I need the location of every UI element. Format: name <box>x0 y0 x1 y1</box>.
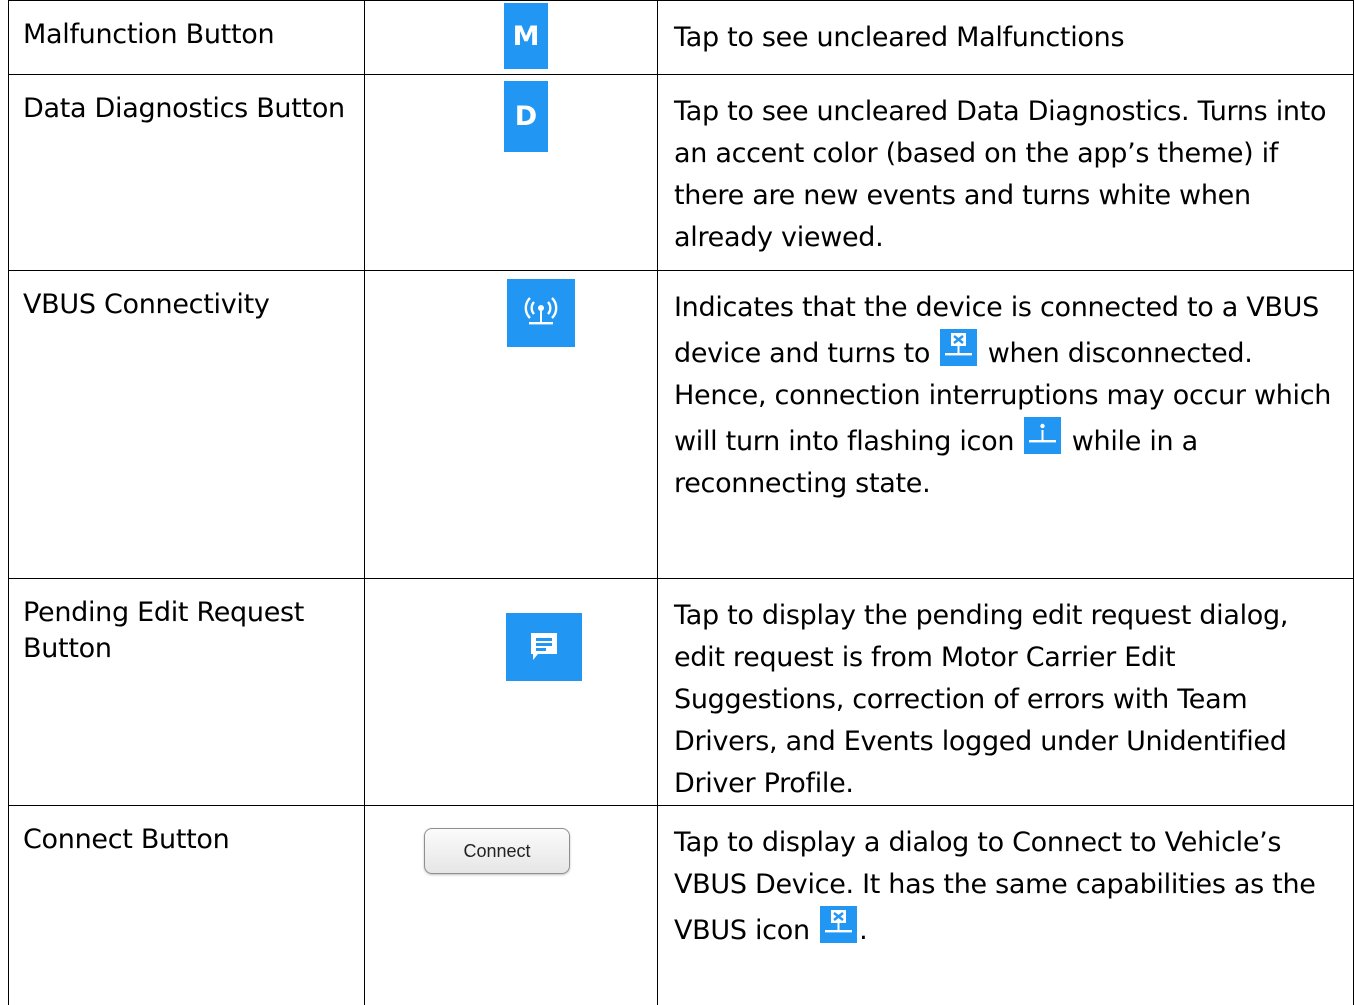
description-text: . <box>859 915 868 946</box>
antenna-icon <box>524 297 558 325</box>
connect-button[interactable]: Connect <box>424 828 570 874</box>
row-name: Data Diagnostics Button <box>23 93 345 124</box>
malfunction-icon[interactable]: M <box>504 3 548 69</box>
row-description: Tap to see uncleared Data Diagnostics. T… <box>674 96 1327 253</box>
row-name: Connect Button <box>23 824 230 855</box>
vbus-disconnected-icon <box>820 906 858 943</box>
row-name: Pending Edit Request Button <box>23 597 305 664</box>
description-text: Tap to display a dialog to Connect to Ve… <box>674 827 1316 946</box>
row-description: Indicates that the device is connected t… <box>658 271 1353 505</box>
message-icon[interactable] <box>506 613 582 681</box>
table-row: VBUS Connectivity Indicates that the dev… <box>8 270 1354 579</box>
row-description: Tap to display the pending edit request … <box>674 600 1289 799</box>
row-description: Tap to display a dialog to Connect to Ve… <box>658 806 1353 952</box>
vbus-reconnecting-icon <box>1024 417 1062 454</box>
vbus-connected-icon[interactable] <box>507 279 575 347</box>
edit-request-icon <box>531 633 557 660</box>
row-name: Malfunction Button <box>23 19 275 50</box>
table-row: Data Diagnostics Button D Tap to see unc… <box>8 74 1354 271</box>
table-row: Connect Button Connect Tap to display a … <box>8 805 1354 1005</box>
vbus-disconnected-icon <box>940 329 978 366</box>
row-name: VBUS Connectivity <box>23 289 270 320</box>
table-row: Pending Edit Request Button Tap to displ… <box>8 578 1354 806</box>
table-row: Malfunction Button M Tap to see uncleare… <box>8 0 1354 75</box>
malfunction-icon-letter: M <box>512 20 540 52</box>
legend-table: Malfunction Button M Tap to see uncleare… <box>8 0 1354 1005</box>
data-diagnostics-icon[interactable]: D <box>504 81 548 152</box>
row-description: Tap to see uncleared Malfunctions <box>674 22 1125 53</box>
data-diagnostics-icon-letter: D <box>514 101 538 132</box>
